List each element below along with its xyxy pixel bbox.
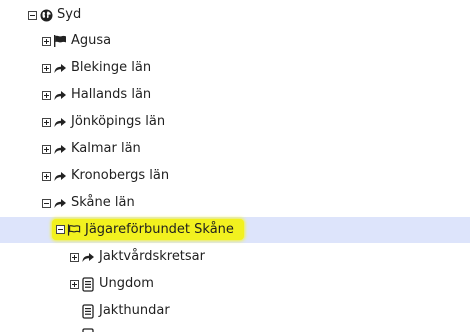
tree-row-blekinge[interactable]: Blekinge län [0, 55, 470, 81]
collapse-toggle-icon[interactable] [56, 225, 65, 234]
share-arrow-icon [81, 250, 95, 264]
tree-node-label: Jägareförbundet Skåne [85, 222, 234, 237]
tree-node-kronobergs[interactable]: Kronobergs län [42, 163, 169, 189]
tree-node-syd[interactable]: Syd [28, 2, 81, 28]
expand-toggle-icon[interactable] [42, 90, 51, 100]
expand-toggle-icon[interactable] [70, 279, 79, 289]
document-icon [81, 328, 95, 332]
tree-node-label: Hallands län [71, 87, 152, 102]
tree-row-agusa[interactable]: Agusa [0, 28, 470, 54]
expand-toggle-icon[interactable] [42, 63, 51, 73]
tree-node-jakthundar[interactable]: Jakthundar [70, 298, 170, 324]
tree-node-blekinge[interactable]: Blekinge län [42, 55, 151, 81]
tree-row-skane[interactable]: Skåne län [0, 190, 470, 216]
tree-row-jakthundar[interactable]: Jakthundar [0, 298, 470, 324]
share-arrow-icon [53, 115, 67, 129]
tree-row-kalmar[interactable]: Kalmar län [0, 136, 470, 162]
share-arrow-icon [53, 169, 67, 183]
document-icon [81, 303, 95, 319]
tree-node-label: Syd [57, 7, 82, 22]
tree-row-kronobergs[interactable]: Kronobergs län [0, 163, 470, 189]
expand-toggle-icon[interactable] [42, 117, 51, 127]
tree-node-label: Jönköpings län [71, 114, 166, 129]
tree-node-label: Jaktvårdskretsar [99, 249, 205, 264]
tree-row-jaktvardskretsar[interactable]: Jaktvårdskretsar [0, 244, 470, 270]
tree-row-syd[interactable]: Syd [0, 2, 470, 28]
share-arrow-icon [53, 88, 67, 102]
tree-node-kalmar[interactable]: Kalmar län [42, 136, 141, 162]
tree-row-ungdom[interactable]: Ungdom [0, 271, 470, 297]
collapse-toggle-icon[interactable] [42, 198, 51, 208]
tree-node-label: Ungdom [99, 276, 154, 291]
tree-node-label: Agusa [71, 33, 112, 48]
tree-row-hallands[interactable]: Hallands län [0, 82, 470, 108]
share-arrow-icon [53, 61, 67, 75]
expand-toggle-icon[interactable] [42, 144, 51, 154]
share-arrow-icon [53, 142, 67, 156]
globe-icon [39, 8, 53, 22]
flag-icon [53, 34, 67, 48]
tree-node-partial [81, 328, 99, 332]
share-arrow-icon [53, 196, 67, 210]
tree-node-jonkopings[interactable]: Jönköpings län [42, 109, 165, 135]
collapse-toggle-icon[interactable] [28, 10, 37, 20]
tree-row-jagareforbundet-skane[interactable]: Jägareförbundet Skåne [0, 217, 470, 243]
tree-node-label: Skåne län [71, 195, 135, 210]
tree-node-ungdom[interactable]: Ungdom [70, 271, 154, 297]
tree-node-agusa[interactable]: Agusa [42, 28, 111, 54]
tree-node-jagareforbundet-skane[interactable]: Jägareförbundet Skåne [52, 219, 244, 240]
document-icon [81, 276, 95, 292]
expand-toggle-icon[interactable] [42, 36, 51, 46]
tree-node-label: Blekinge län [71, 60, 152, 75]
tree-node-label: Kalmar län [71, 141, 141, 156]
expand-toggle-icon[interactable] [42, 171, 51, 181]
tree-node-label: Kronobergs län [71, 168, 170, 183]
expand-toggle-icon[interactable] [70, 252, 79, 262]
tree-node-jaktvardskretsar[interactable]: Jaktvårdskretsar [70, 244, 205, 270]
tree-row-jonkopings[interactable]: Jönköpings län [0, 109, 470, 135]
flag-outline-icon [67, 223, 81, 237]
tree-node-label: Jakthundar [99, 303, 170, 318]
tree-view: Syd Agusa Blekinge län Hallands län Jönk… [0, 0, 470, 332]
tree-node-skane[interactable]: Skåne län [42, 190, 135, 216]
tree-node-hallands[interactable]: Hallands län [42, 82, 151, 108]
tree-row-partial [0, 325, 470, 332]
